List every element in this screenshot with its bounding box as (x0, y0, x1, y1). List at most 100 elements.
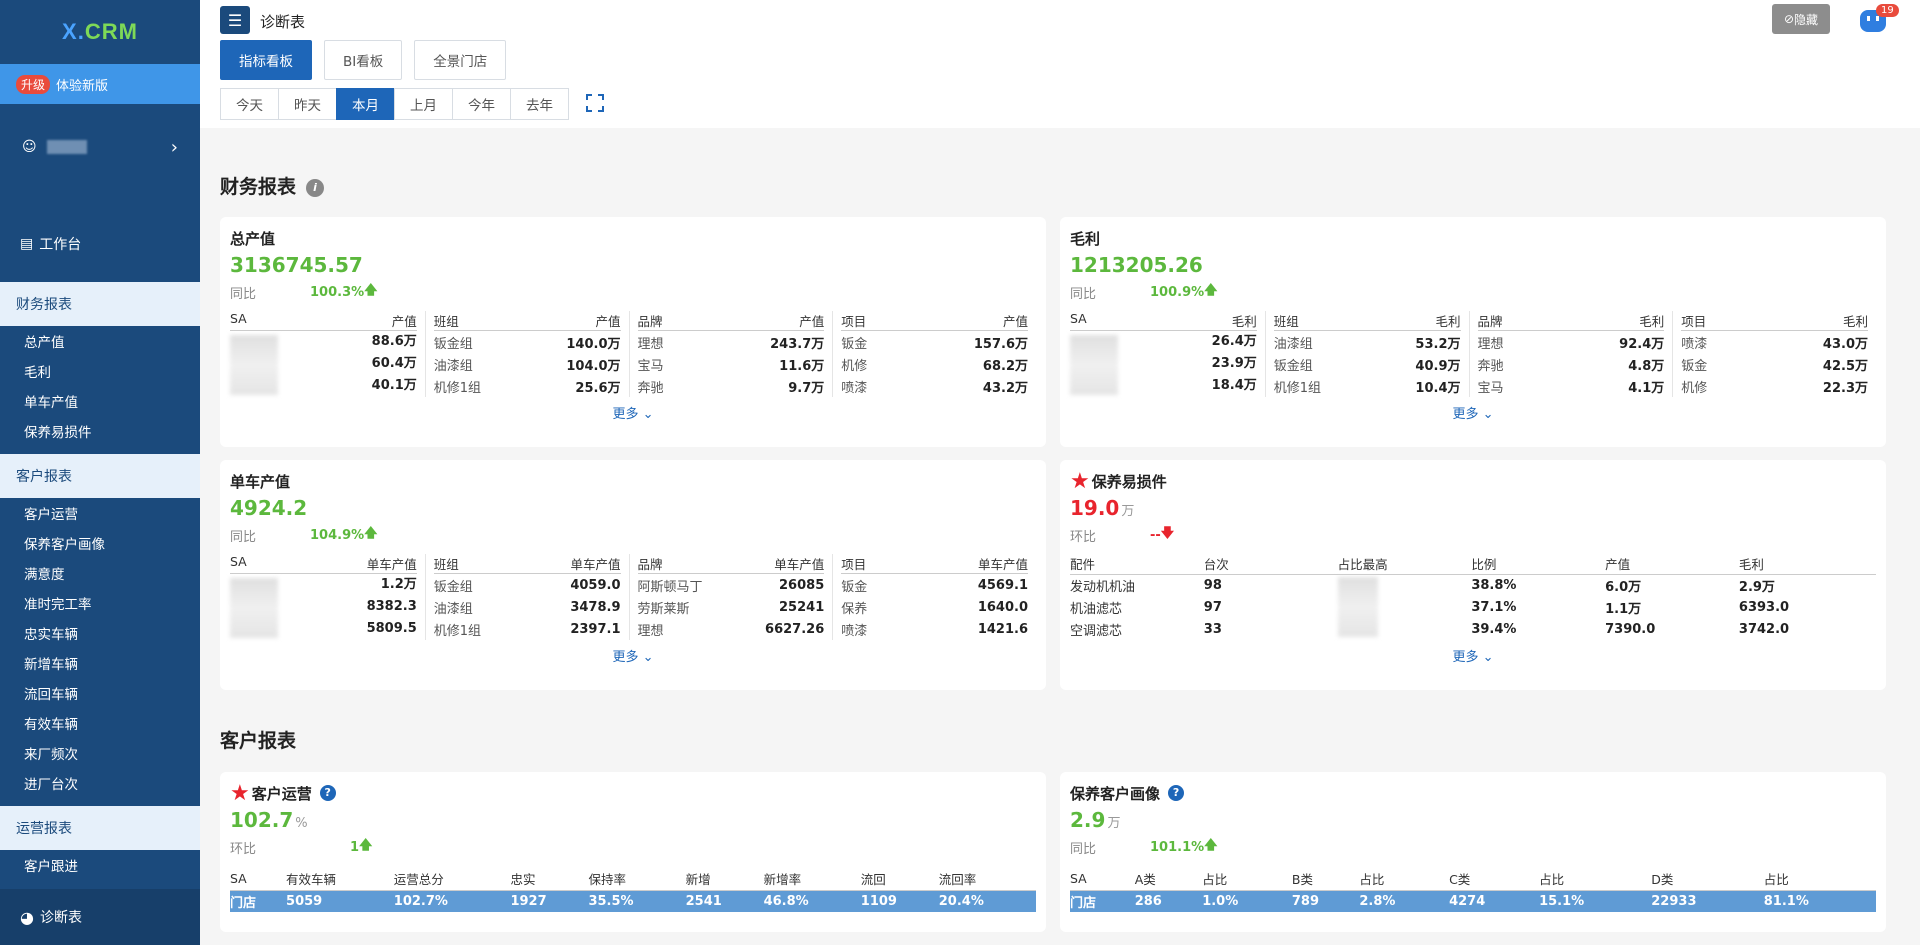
sidebar-item-loyal-vehicles[interactable]: 忠实车辆 (0, 618, 200, 648)
col-head: 品牌 (637, 314, 663, 329)
card-maintenance-parts: ★ 保养易损件 19.0 万 环比 -- 🡇 配件 台次 占比最高 比例 产值 毛利 发动机… (1060, 460, 1886, 690)
yoy-value: 104.9% (310, 527, 365, 543)
info-icon[interactable]: i (306, 178, 325, 197)
customer-ops-value: 102.7% (230, 808, 308, 832)
list-item: 机修1组 25.6万 (433, 380, 621, 396)
card-title-text: 客户运营 (251, 784, 312, 803)
list-item: 劳斯莱斯 25241 (637, 599, 825, 617)
arrow-up-icon: 🡅 (359, 838, 373, 853)
sidebar-section-finance[interactable]: 财务报表 (0, 282, 200, 326)
sidebar-item-customer-ops[interactable]: 客户运营 (0, 498, 200, 528)
list-item: 喷漆 43.0万 (1681, 336, 1868, 352)
item-column: 项目 单车产值 钣金 4569.1 保养 1640.0 喷漆 1421.6 (832, 554, 1036, 640)
eye-off-icon: ⊘ (1783, 12, 1795, 26)
sidebar-section-customer[interactable]: 客户报表 (0, 454, 200, 498)
date-tab-last-month[interactable]: 上月 (394, 88, 453, 120)
brand-column: 品牌 毛利 理想 92.4万 奔驰 4.8万 宝马 4.1万 (1468, 311, 1673, 397)
user-profile[interactable]: ☺ › (0, 112, 200, 182)
sidebar-item-per-car-output[interactable]: 单车产值 (0, 386, 200, 416)
finance-title-text: 财务报表 (220, 176, 297, 198)
arrow-up-icon: 🡅 (364, 526, 378, 541)
col-head: 产值 (799, 314, 825, 329)
sidebar-item-maintenance-parts[interactable]: 保养易损件 (0, 416, 200, 446)
tab-bi-board[interactable]: BI看板 (324, 40, 403, 80)
yoy-value: 100.3% (310, 284, 365, 300)
col-head: 产值 (595, 314, 621, 329)
list-item: 钣金组 4059.0 (433, 577, 621, 595)
upgrade-banner[interactable]: 升级 体验新版 (0, 64, 200, 104)
table-row[interactable]: 门店 5059 102.7% 1927 35.5% 2541 46.8% 1109 20.4… (230, 890, 1036, 912)
sa-names-redacted (1070, 335, 1118, 395)
more-link[interactable]: 更多 ⌄ (230, 403, 1036, 422)
more-link[interactable]: 更多 ⌄ (1070, 646, 1876, 665)
sidebar-item-visit-frequency[interactable]: 来厂频次 (0, 738, 200, 768)
parts-table: 配件 台次 占比最高 比例 产值 毛利 发动机机油 98 38.8% 6.0万 2.9万 机油… (1070, 554, 1876, 640)
yoy-value: 100.9% (1150, 284, 1205, 300)
menu-toggle-button[interactable]: ☰ (220, 6, 250, 34)
yoy-row: 同比 101.1% 🡅 (1070, 836, 1876, 858)
more-link[interactable]: 更多 ⌄ (230, 646, 1036, 665)
star-icon[interactable]: ★ (1070, 469, 1090, 494)
more-link[interactable]: 更多 ⌄ (1070, 403, 1876, 422)
sidebar-item-returning-vehicles[interactable]: 流回车辆 (0, 678, 200, 708)
sa-value: 60.4万 (371, 356, 417, 371)
app-logo[interactable]: X. CRM (0, 0, 200, 64)
sidebar-item-customer-portrait[interactable]: 保养客户画像 (0, 528, 200, 558)
ai-assistant-button[interactable]: 19 (1858, 4, 1899, 34)
sidebar-item-valid-vehicles[interactable]: 有效车辆 (0, 708, 200, 738)
user-name-redacted (46, 140, 87, 154)
date-tab-this-month[interactable]: 本月 (336, 88, 395, 120)
sidebar-item-customer-followup[interactable]: 客户跟进 (0, 850, 200, 880)
mom-label: 环比 (230, 841, 257, 857)
table-row: 机油滤芯 97 37.1% 1.1万 6393.0 (1070, 599, 1790, 617)
date-range-tabs: 今天 昨天 本月 上月 今年 去年 (220, 88, 569, 120)
brand-column: 品牌 产值 理想 243.7万 宝马 11.6万 奔驰 9.7万 (628, 311, 833, 397)
breakdown-grid: SA 产值 88.6万 60.4万 40.1万 班组 产值 钣金组 140.0万 油漆组 1… (230, 311, 1036, 397)
list-item: 钣金 42.5万 (1681, 358, 1868, 374)
sa-names-redacted (230, 578, 278, 638)
breakdown-grid: SA 单车产值 1.2万 8382.3 5809.5 班组 单车产值 钣金组 4059.0… (230, 554, 1036, 640)
col-head: 产值 (391, 314, 417, 329)
tab-store-panorama[interactable]: 全景门店 (414, 40, 507, 80)
upgrade-label: 体验新版 (56, 78, 109, 94)
tab-metrics-board[interactable]: 指标看板 (220, 40, 312, 80)
chevron-right-icon: › (170, 136, 178, 158)
sidebar-item-entry-count[interactable]: 进厂台次 (0, 768, 200, 798)
yoy-label: 同比 (230, 286, 257, 302)
col-head: 班组 (433, 314, 459, 329)
sidebar-section-operations[interactable]: 运营报表 (0, 806, 200, 850)
sidebar-item-gross-profit[interactable]: 毛利 (0, 356, 200, 386)
view-tabs: 指标看板 BI看板 全景门店 (220, 40, 507, 80)
date-tab-this-year[interactable]: 今年 (452, 88, 511, 120)
list-item: 阿斯顿马丁 26085 (637, 577, 825, 595)
list-item: 油漆组 104.0万 (433, 358, 621, 374)
date-tab-last-year[interactable]: 去年 (510, 88, 569, 120)
card-title: 单车产值 (230, 472, 291, 491)
card-title: 保养客户画像? (1070, 782, 1876, 804)
total-output-value: 3136745.57 (230, 253, 363, 277)
sidebar-item-on-time-rate[interactable]: 准时完工率 (0, 588, 200, 618)
yoy-row: 同比 100.9% 🡅 (1070, 281, 1876, 303)
sidebar-item-satisfaction[interactable]: 满意度 (0, 558, 200, 588)
fullscreen-icon[interactable] (586, 94, 604, 112)
table-row: 发动机机油 98 38.8% 6.0万 2.9万 (1070, 574, 1876, 638)
date-tab-yesterday[interactable]: 昨天 (278, 88, 337, 120)
sidebar-item-new-vehicles[interactable]: 新增车辆 (0, 648, 200, 678)
table-row[interactable]: 门店 286 1.0% 789 2.8% 4274 15.1% 22933 81.1% (1070, 890, 1876, 912)
sidebar-item-workbench[interactable]: ▤ 工作台 (0, 224, 200, 264)
mom-value: -- (1150, 527, 1161, 543)
sa-column: SA 单车产值 1.2万 8382.3 5809.5 (230, 554, 417, 638)
date-tab-today[interactable]: 今天 (220, 88, 279, 120)
card-title: 总产值 (230, 229, 276, 248)
list-item: 油漆组 53.2万 (1273, 336, 1461, 352)
sidebar-item-diagnosis[interactable]: ◕ 诊断表 (0, 889, 200, 945)
star-icon[interactable]: ★ (230, 781, 250, 806)
sidebar-item-total-output[interactable]: 总产值 (0, 326, 200, 356)
help-icon[interactable]: ? (1168, 785, 1185, 801)
mom-value: 1 (350, 839, 360, 855)
hide-button[interactable]: ⊘ 隐藏 (1772, 4, 1830, 34)
list-item: 机修 68.2万 (841, 358, 1028, 374)
hide-label: 隐藏 (1794, 12, 1819, 27)
list-item: 奔驰 4.8万 (1477, 358, 1665, 374)
help-icon[interactable]: ? (319, 785, 336, 801)
